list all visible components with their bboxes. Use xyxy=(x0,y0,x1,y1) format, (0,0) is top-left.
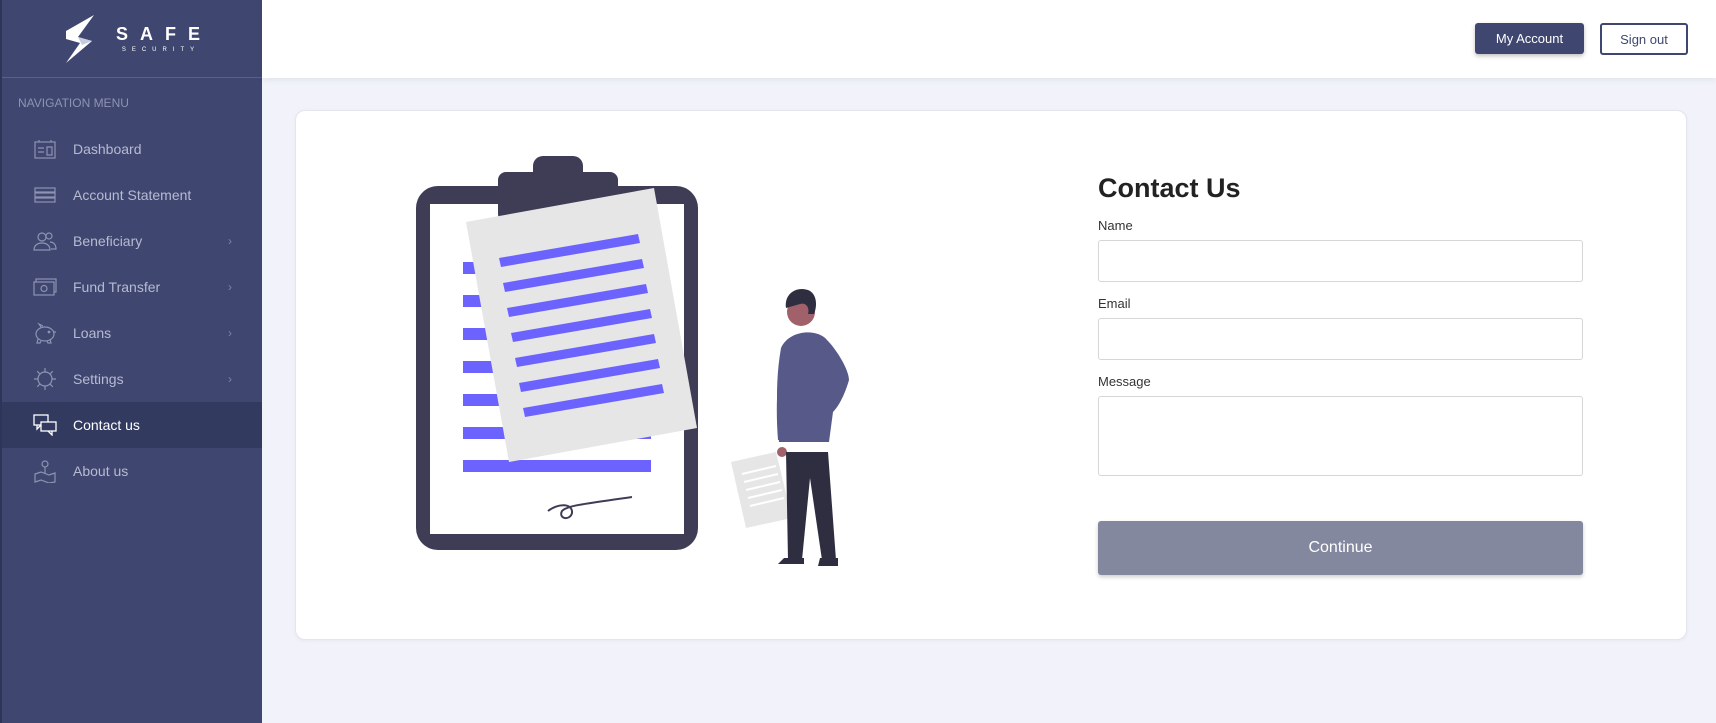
gear-icon xyxy=(33,367,57,391)
name-field[interactable] xyxy=(1098,240,1583,282)
continue-button[interactable]: Continue xyxy=(1098,521,1583,575)
email-field[interactable] xyxy=(1098,318,1583,360)
sidebar: SAFE SECURITY Navigation Menu Dashboard … xyxy=(0,0,262,723)
map-icon xyxy=(33,459,57,483)
sidebar-item-contact-us[interactable]: Contact us xyxy=(2,402,262,448)
sidebar-item-label: Settings xyxy=(73,371,124,387)
sidebar-item-label: Account Statement xyxy=(73,187,192,203)
sidebar-item-fund-transfer[interactable]: Fund Transfer › xyxy=(2,264,262,310)
users-icon xyxy=(33,229,57,253)
sidebar-item-label: Contact us xyxy=(73,417,140,433)
contact-card: Contact Us Name Email Message Continue xyxy=(295,110,1687,640)
sidebar-item-dashboard[interactable]: Dashboard xyxy=(2,126,262,172)
sidebar-item-label: Dashboard xyxy=(73,141,142,157)
sidebar-item-account-statement[interactable]: Account Statement xyxy=(2,172,262,218)
chevron-right-icon: › xyxy=(228,234,232,248)
brand-name: SAFE xyxy=(115,24,212,44)
sign-out-button[interactable]: Sign out xyxy=(1600,23,1688,55)
brand-tagline: SECURITY xyxy=(121,47,201,53)
my-account-button[interactable]: My Account xyxy=(1475,23,1584,54)
piggy-bank-icon xyxy=(33,321,57,345)
contact-form: Contact Us Name Email Message Continue xyxy=(1098,173,1583,575)
dashboard-icon xyxy=(33,137,57,161)
sidebar-item-about-us[interactable]: About us xyxy=(2,448,262,494)
nav-menu: Dashboard Account Statement Beneficiary … xyxy=(2,126,262,494)
contact-illustration xyxy=(416,156,849,566)
brand-logo[interactable]: SAFE SECURITY xyxy=(2,0,262,78)
sidebar-item-settings[interactable]: Settings › xyxy=(2,356,262,402)
sidebar-item-label: About us xyxy=(73,463,129,479)
message-label: Message xyxy=(1098,374,1151,389)
sidebar-item-loans[interactable]: Loans › xyxy=(2,310,262,356)
message-field[interactable] xyxy=(1098,396,1583,476)
logo-icon xyxy=(65,14,94,63)
name-label: Name xyxy=(1098,218,1133,233)
page-title: Contact Us xyxy=(1098,173,1241,203)
chevron-right-icon: › xyxy=(228,326,232,340)
sidebar-item-label: Beneficiary xyxy=(73,233,143,249)
email-label: Email xyxy=(1098,296,1131,311)
sidebar-item-beneficiary[interactable]: Beneficiary › xyxy=(2,218,262,264)
chat-icon xyxy=(33,413,57,437)
chevron-right-icon: › xyxy=(228,372,232,386)
sidebar-item-label: Fund Transfer xyxy=(73,279,161,295)
money-icon xyxy=(33,275,57,299)
sidebar-item-label: Loans xyxy=(73,325,112,341)
statement-icon xyxy=(33,183,57,207)
chevron-right-icon: › xyxy=(228,280,232,294)
nav-heading: Navigation Menu xyxy=(18,96,129,110)
